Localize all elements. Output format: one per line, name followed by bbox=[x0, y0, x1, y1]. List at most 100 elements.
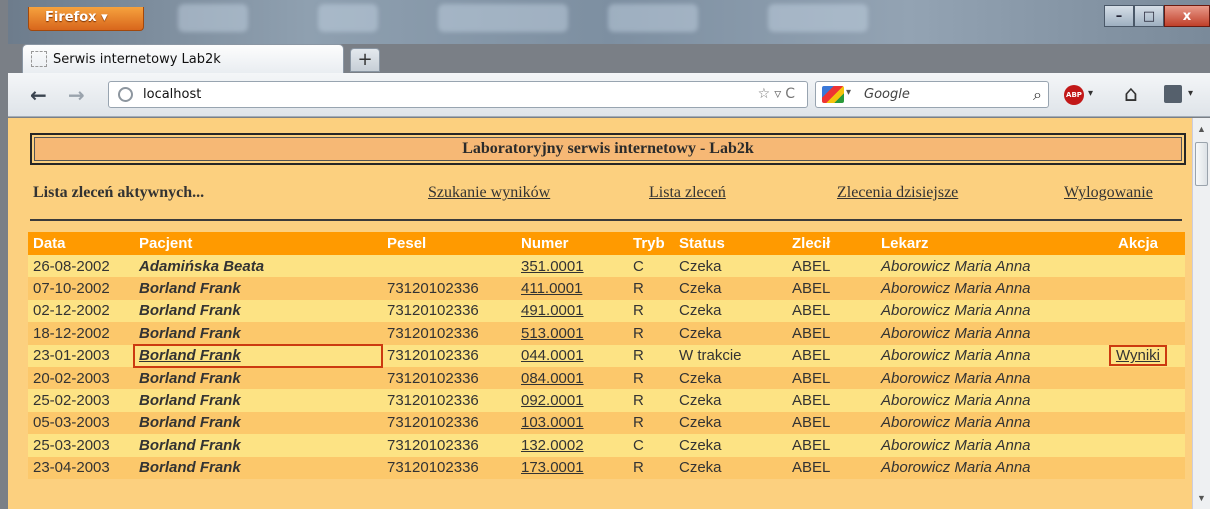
cell-zlecil: ABEL bbox=[787, 299, 876, 323]
minimize-button[interactable]: – bbox=[1104, 5, 1134, 27]
cell-zlecil: ABEL bbox=[787, 344, 876, 367]
cell-pacjent: Borland Frank bbox=[134, 299, 382, 323]
cell-zlecil: ABEL bbox=[787, 389, 876, 412]
cell-pacjent: Borland Frank bbox=[134, 456, 382, 479]
table-row: 23-04-2003 Borland Frank 73120102336 173.00… bbox=[28, 456, 1185, 479]
cell-status: Czeka bbox=[674, 411, 787, 435]
cell-lekarz: Aborowicz Maria Anna bbox=[876, 255, 1086, 278]
cell-pesel: 73120102336 bbox=[382, 411, 516, 435]
cell-akcja bbox=[1086, 322, 1185, 345]
cell-pesel: 73120102336 bbox=[382, 322, 516, 345]
adblock-icon[interactable]: ABP bbox=[1064, 85, 1084, 105]
menu-item-orders-list[interactable]: Lista zleceń bbox=[649, 184, 726, 202]
order-number-link[interactable]: 411.0001 bbox=[516, 277, 628, 300]
table-row: 26-08-2002 Adamińska Beata 351.0001 C Czeka A… bbox=[28, 255, 1185, 278]
close-icon: x bbox=[1182, 8, 1192, 24]
column-header-akcja: Akcja bbox=[1086, 232, 1185, 255]
main-menu: Lista zleceń aktywnych... Szukanie wynik… bbox=[8, 184, 1188, 208]
maximize-button[interactable]: □ bbox=[1134, 5, 1164, 27]
bookmark-star-icon[interactable]: ☆▿C bbox=[758, 86, 799, 102]
order-number-link[interactable]: 103.0001 bbox=[516, 411, 628, 435]
home-icon[interactable]: ⌂ bbox=[1124, 82, 1138, 107]
cell-tryb: R bbox=[628, 389, 674, 412]
cell-akcja bbox=[1086, 411, 1185, 435]
address-bar[interactable]: localhost ☆▿C bbox=[108, 81, 808, 108]
order-number-link[interactable]: 092.0001 bbox=[516, 389, 628, 412]
patient-name[interactable]: Borland Frank bbox=[139, 347, 241, 364]
cell-pacjent: Adamińska Beata bbox=[134, 255, 382, 278]
search-input[interactable]: ▾ Google ⌕ bbox=[815, 81, 1049, 108]
table-header-row: Data Pacjent Pesel Numer Tryb Status Zle… bbox=[28, 232, 1185, 255]
patient-name: Borland Frank bbox=[139, 280, 241, 298]
maximize-icon: □ bbox=[1142, 8, 1156, 24]
chevron-down-icon: ▾ bbox=[101, 10, 108, 25]
scroll-up-icon[interactable]: ▲ bbox=[1197, 124, 1206, 134]
vertical-scrollbar[interactable]: ▲ ▼ bbox=[1192, 118, 1210, 509]
back-arrow-icon[interactable]: ← bbox=[30, 83, 47, 107]
cell-lekarz: Aborowicz Maria Anna bbox=[876, 456, 1086, 479]
column-header-pacjent: Pacjent bbox=[134, 232, 382, 255]
patient-name: Borland Frank bbox=[139, 436, 241, 454]
window-titlebar: Firefox ▾ – □ x bbox=[8, 0, 1210, 44]
cell-pesel: 73120102336 bbox=[382, 366, 516, 390]
plus-icon: + bbox=[357, 49, 373, 70]
cell-data: 07-10-2002 bbox=[28, 277, 134, 300]
bookmarks-icon[interactable] bbox=[1164, 85, 1182, 103]
close-button[interactable]: x bbox=[1164, 5, 1210, 27]
chevron-down-icon[interactable]: ▾ bbox=[1188, 88, 1193, 99]
scroll-down-icon[interactable]: ▼ bbox=[1197, 493, 1206, 503]
minimize-icon: – bbox=[1115, 8, 1123, 24]
table-row: 25-03-2003 Borland Frank 73120102336 132.00… bbox=[28, 434, 1185, 457]
menu-item-search-results[interactable]: Szukanie wyników bbox=[428, 184, 550, 202]
page-header: Laboratoryjny serwis internetowy - Lab2k bbox=[30, 133, 1186, 165]
cell-pacjent[interactable]: Borland Frank bbox=[133, 343, 383, 368]
cell-pacjent: Borland Frank bbox=[134, 389, 382, 412]
tab-lab2k[interactable]: Serwis internetowy Lab2k bbox=[22, 44, 344, 73]
cell-akcja[interactable]: Wyniki bbox=[1086, 344, 1185, 367]
cell-data: 20-02-2003 bbox=[28, 366, 134, 390]
cell-tryb: R bbox=[628, 344, 674, 367]
navigation-toolbar: ← → localhost ☆▿C ▾ Google ⌕ ABP ▾ ⌂ ▾ bbox=[8, 73, 1210, 117]
order-number-link[interactable]: 044.0001 bbox=[516, 344, 628, 367]
order-number-link[interactable]: 173.0001 bbox=[516, 456, 628, 479]
table-row: 23-01-2003 Borland Frank 73120102336 044.00… bbox=[28, 343, 1185, 368]
google-logo-icon bbox=[822, 86, 844, 103]
cell-lekarz: Aborowicz Maria Anna bbox=[876, 322, 1086, 345]
cell-data: 05-03-2003 bbox=[28, 411, 134, 435]
patient-name: Borland Frank bbox=[139, 324, 241, 342]
cell-pacjent: Borland Frank bbox=[134, 411, 382, 435]
cell-zlecil: ABEL bbox=[787, 322, 876, 345]
order-number-link[interactable]: 513.0001 bbox=[516, 322, 628, 345]
wyniki-link[interactable]: Wyniki bbox=[1108, 345, 1168, 367]
forward-arrow-icon[interactable]: → bbox=[68, 83, 85, 107]
cell-pesel: 73120102336 bbox=[382, 389, 516, 412]
cell-status: Czeka bbox=[674, 299, 787, 323]
cell-akcja bbox=[1086, 456, 1185, 479]
cell-pacjent: Borland Frank bbox=[134, 366, 382, 390]
firefox-menu-button[interactable]: Firefox ▾ bbox=[28, 7, 144, 31]
table-row: 18-12-2002 Borland Frank 73120102336 513.00… bbox=[28, 322, 1185, 345]
scrollbar-thumb[interactable] bbox=[1195, 142, 1208, 186]
order-number-link[interactable]: 351.0001 bbox=[516, 255, 628, 278]
cell-lekarz: Aborowicz Maria Anna bbox=[876, 389, 1086, 412]
order-number-link[interactable]: 132.0002 bbox=[516, 434, 628, 457]
menu-item-today-orders[interactable]: Zlecenia dzisiejsze bbox=[837, 184, 958, 202]
cell-tryb: R bbox=[628, 456, 674, 479]
cell-pesel: 73120102336 bbox=[382, 344, 516, 367]
order-number-link[interactable]: 084.0001 bbox=[516, 366, 628, 390]
cell-pacjent: Borland Frank bbox=[134, 322, 382, 345]
orders-table-body: 26-08-2002 Adamińska Beata 351.0001 C Czeka A… bbox=[28, 255, 1185, 479]
cell-tryb: R bbox=[628, 366, 674, 390]
chevron-down-icon[interactable]: ▾ bbox=[1088, 88, 1093, 99]
cell-zlecil: ABEL bbox=[787, 255, 876, 278]
cell-data: 25-02-2003 bbox=[28, 389, 134, 412]
column-header-lekarz: Lekarz bbox=[876, 232, 1086, 255]
magnifier-icon[interactable]: ⌕ bbox=[1033, 85, 1042, 105]
menu-item-logout[interactable]: Wylogowanie bbox=[1064, 184, 1153, 202]
new-tab-button[interactable]: + bbox=[350, 48, 380, 72]
blurred-desktop-icon bbox=[768, 4, 868, 32]
chevron-down-icon[interactable]: ▾ bbox=[846, 87, 851, 98]
order-number-link[interactable]: 491.0001 bbox=[516, 299, 628, 323]
cell-pesel bbox=[382, 255, 516, 278]
cell-status: Czeka bbox=[674, 456, 787, 479]
